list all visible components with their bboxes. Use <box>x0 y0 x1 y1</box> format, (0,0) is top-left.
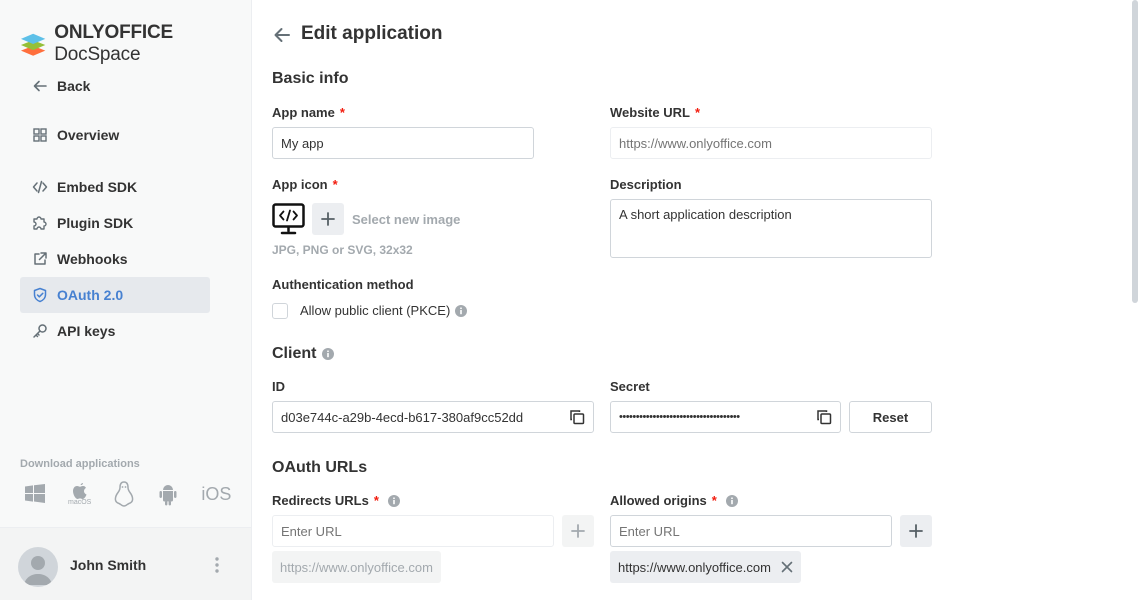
page-title: Edit application <box>301 23 443 44</box>
nav-plugin-sdk[interactable]: Plugin SDK <box>20 205 210 241</box>
vertical-dots-icon <box>215 557 219 573</box>
client-secret-label: Secret <box>610 379 650 394</box>
apple-icon <box>72 483 87 499</box>
download-ios[interactable]: iOS <box>201 484 231 505</box>
scrollbar[interactable] <box>1132 0 1138 303</box>
arrow-left-icon <box>33 80 47 92</box>
nav-embed-sdk-label: Embed SDK <box>57 179 138 195</box>
required-mark: * <box>711 493 717 508</box>
oauth-urls-title: OAuth URLs <box>272 459 368 476</box>
nav-api-keys-label: API keys <box>57 323 116 339</box>
allowed-origin-chip-label: https://www.onlyoffice.com <box>618 559 771 575</box>
code-icon <box>32 180 48 194</box>
allowed-origins-label: Allowed origins * <box>610 493 738 508</box>
plus-icon <box>571 524 585 538</box>
info-icon[interactable] <box>387 494 400 507</box>
key-icon <box>33 324 47 338</box>
select-new-image-link[interactable]: Select new image <box>352 212 460 227</box>
download-windows[interactable] <box>24 483 46 505</box>
info-icon[interactable] <box>725 494 738 507</box>
website-url-label: Website URL * <box>610 105 700 120</box>
main-content: Edit application Basic info App name* We… <box>252 0 1144 600</box>
required-mark: * <box>694 105 700 120</box>
profile-name: John Smith <box>70 557 147 573</box>
logo[interactable]: ONLYOFFICE DocSpace <box>20 22 251 66</box>
basic-info-title: Basic info <box>272 70 349 87</box>
onlyoffice-logo-icon <box>20 33 46 56</box>
back-button[interactable] <box>272 25 292 45</box>
pkce-checkbox[interactable] <box>272 303 288 319</box>
copy-icon[interactable] <box>816 409 832 425</box>
nav-api-keys[interactable]: API keys <box>20 313 210 349</box>
grid-icon <box>33 128 47 142</box>
profile-menu-button[interactable] <box>209 555 225 575</box>
nav-webhooks[interactable]: Webhooks <box>20 241 210 277</box>
nav-webhooks-label: Webhooks <box>57 251 128 267</box>
redirects-urls-label: Redirects URLs * <box>272 493 400 508</box>
add-redirect-url-button[interactable] <box>562 515 594 547</box>
required-mark: * <box>339 105 345 120</box>
client-id-label: ID <box>272 379 285 394</box>
nav-oauth[interactable]: OAuth 2.0 <box>20 277 210 313</box>
nav-oauth-label: OAuth 2.0 <box>57 287 124 303</box>
macos-sub-label: macOS <box>68 499 92 506</box>
ios-label: iOS <box>201 483 232 504</box>
logo-text: ONLYOFFICE DocSpace <box>54 22 173 65</box>
nav-plugin-sdk-label: Plugin SDK <box>57 215 134 231</box>
external-link-icon <box>34 252 47 265</box>
add-icon-button[interactable] <box>312 203 344 235</box>
app-name-input[interactable] <box>272 127 534 159</box>
download-android[interactable] <box>157 482 179 506</box>
close-icon[interactable] <box>781 561 793 573</box>
app-icon-label: App icon * <box>272 177 338 192</box>
plus-icon <box>909 524 923 538</box>
client-title: Client <box>272 345 335 363</box>
client-id-field[interactable]: d03e744c-a29b-4ecd-b617-380af9cc52dd <box>272 401 594 433</box>
client-id-value: d03e744c-a29b-4ecd-b617-380af9cc52dd <box>281 409 524 425</box>
android-icon <box>159 485 177 506</box>
nav-overview[interactable]: Overview <box>20 117 210 153</box>
sidebar: ONLYOFFICE DocSpace Back Overview Embed … <box>0 0 252 600</box>
download-linux[interactable] <box>113 481 135 507</box>
plus-icon <box>321 212 335 226</box>
add-allowed-origin-button[interactable] <box>900 515 932 547</box>
shield-check-icon <box>33 287 47 303</box>
allowed-origins-input[interactable] <box>610 515 892 547</box>
nav-overview-label: Overview <box>57 127 120 143</box>
info-icon[interactable] <box>455 304 468 317</box>
reset-secret-button[interactable]: Reset <box>849 401 932 433</box>
client-secret-value: •••••••••••••••••••••••••••••••••••• <box>619 411 740 423</box>
client-secret-field[interactable]: •••••••••••••••••••••••••••••••••••• <box>610 401 841 433</box>
description-input[interactable]: A short application description <box>610 199 932 258</box>
nav-back-label: Back <box>57 78 91 94</box>
download-macos[interactable]: macOS <box>68 482 91 506</box>
website-url-input[interactable] <box>610 127 932 159</box>
pkce-label: Allow public client (PKCE) <box>300 303 468 318</box>
redirects-url-input[interactable] <box>272 515 554 547</box>
download-applications-label: Download applications <box>20 458 140 470</box>
app-name-label: App name * <box>272 105 345 120</box>
nav-back[interactable]: Back <box>20 68 210 104</box>
allowed-origin-chip: https://www.onlyoffice.com <box>610 551 801 583</box>
linux-tux-icon <box>114 481 134 507</box>
app-icon-hint: JPG, PNG or SVG, 32x32 <box>272 243 413 257</box>
redirect-url-chip-label: https://www.onlyoffice.com <box>280 559 433 575</box>
app-icon-preview-icon <box>272 203 305 235</box>
windows-icon <box>25 484 45 503</box>
user-silhouette-icon <box>24 556 52 585</box>
description-label: Description <box>610 177 682 192</box>
nav-embed-sdk[interactable]: Embed SDK <box>20 169 210 205</box>
auth-method-label: Authentication method <box>272 277 414 292</box>
redirect-url-chip: https://www.onlyoffice.com <box>272 551 441 583</box>
required-mark: * <box>373 493 379 508</box>
profile-bar: John Smith <box>0 527 251 600</box>
download-platforms: macOS iOS <box>24 481 231 507</box>
info-icon[interactable] <box>322 348 335 360</box>
puzzle-icon <box>33 216 47 230</box>
arrow-left-icon <box>274 28 290 42</box>
required-mark: * <box>332 177 338 192</box>
avatar[interactable] <box>18 547 58 587</box>
copy-icon[interactable] <box>569 409 585 425</box>
